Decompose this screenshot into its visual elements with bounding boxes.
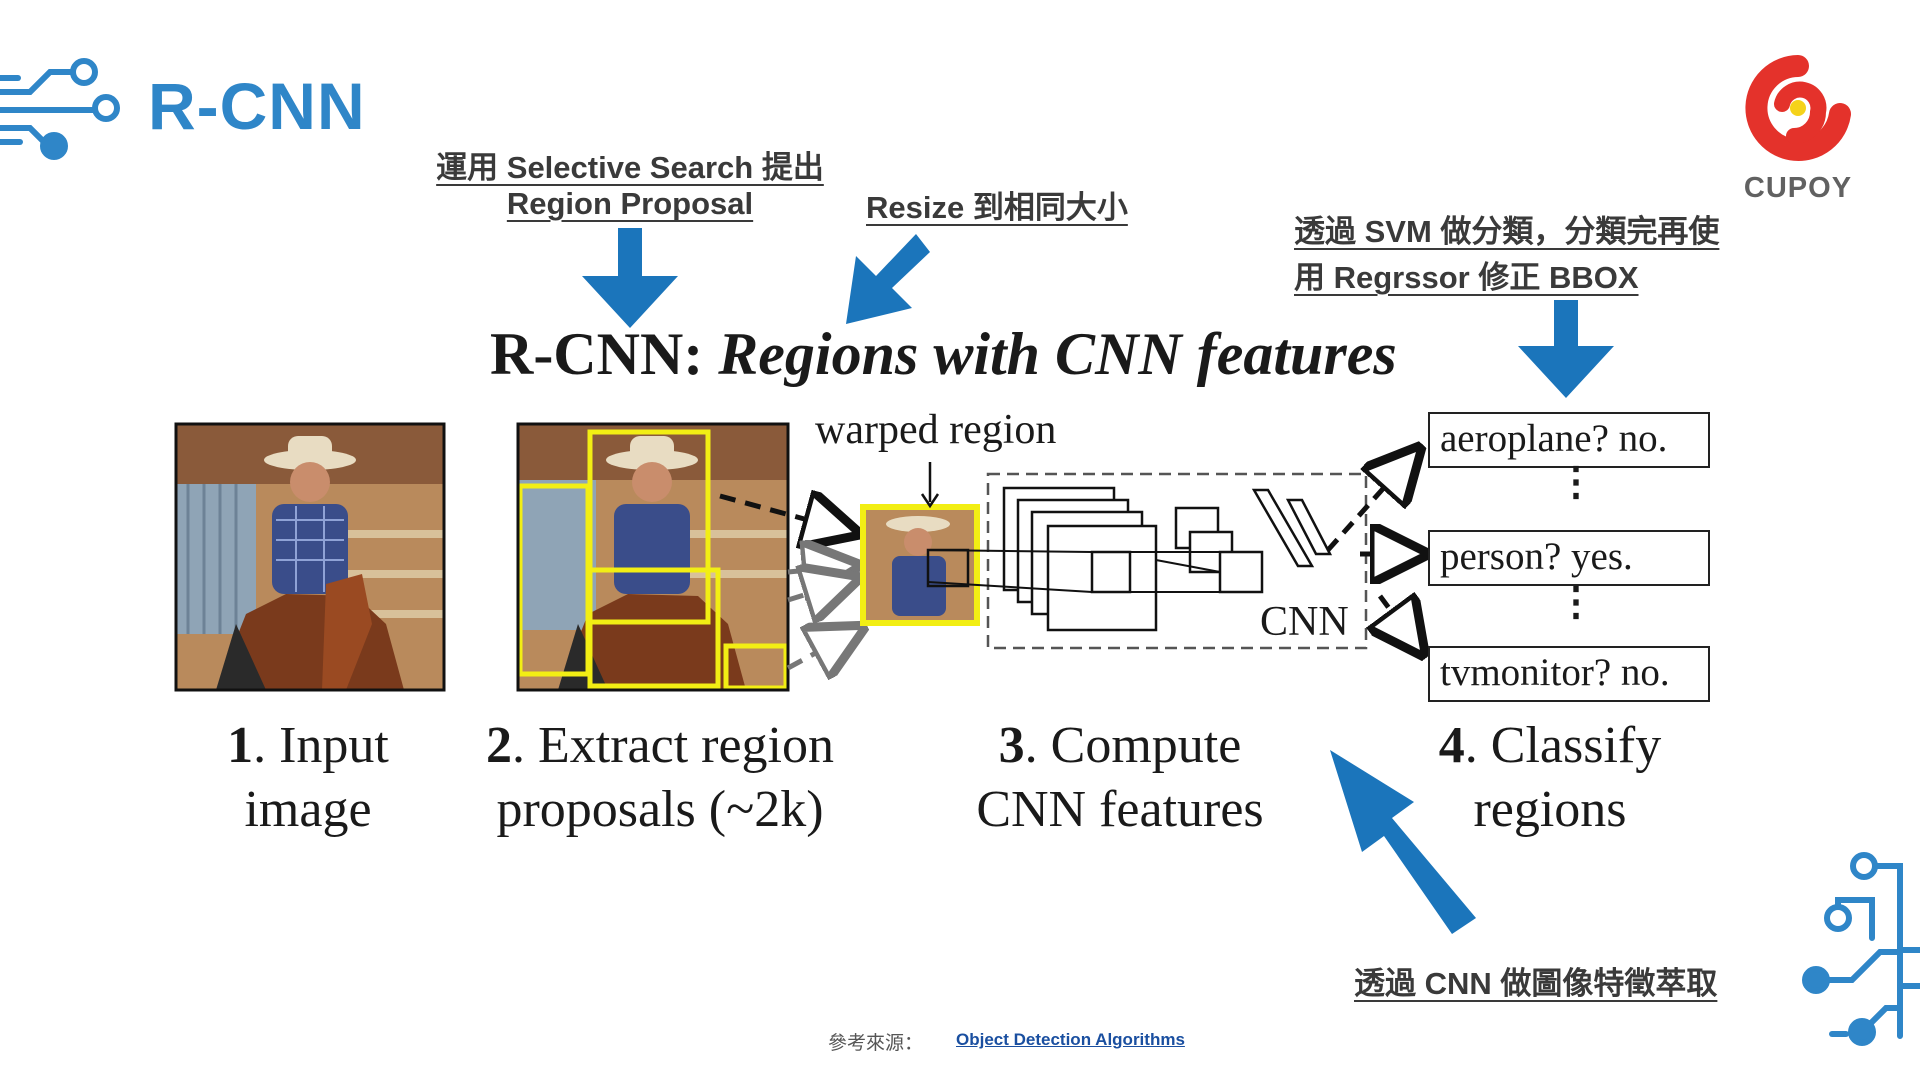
step-line1: . Extract region [512, 717, 834, 774]
step-number: 3 [998, 717, 1025, 774]
step-1-caption: 1. Input image [178, 714, 438, 842]
note-resize: Resize 到相同大小 [866, 190, 1128, 225]
ellipsis-vertical-icon: ⋮ [1556, 459, 1596, 504]
step-line2: image [244, 781, 372, 838]
note-svm-line2: 用 Regrssor 修正 BBOX [1294, 260, 1639, 295]
step-line2: CNN features [976, 781, 1264, 838]
input-image [174, 422, 446, 692]
step-line2: proposals (~2k) [496, 781, 824, 838]
classification-box-tvmonitor: tvmonitor? no. [1428, 646, 1710, 702]
cupoy-logo-icon [1745, 55, 1851, 161]
figure-title-italic: Regions with CNN features [718, 321, 1397, 387]
step-3-caption: 3. Compute CNN features [930, 714, 1310, 842]
note-selective-search-line2: Region Proposal [506, 186, 754, 221]
step-number: 4 [1438, 717, 1465, 774]
step-line2: regions [1473, 781, 1627, 838]
classification-box-person: person? yes. [1428, 530, 1710, 586]
proposal-flow-arrows [719, 480, 880, 680]
slide-title: R-CNN [148, 69, 366, 143]
step-number: 1 [227, 717, 254, 774]
ellipsis-vertical-icon: ⋮ [1556, 579, 1596, 624]
warped-region-label: warped region [815, 407, 1057, 453]
figure-title: R-CNN: Regions with CNN features [490, 320, 1397, 389]
step-number: 2 [486, 717, 512, 774]
note-cnn-extract: 透過 CNN 做圖像特徵萃取 [1354, 966, 1718, 1001]
step-line1: . Compute [1024, 717, 1242, 774]
source-label: 參考來源： [828, 1033, 924, 1054]
figure-title-prefix: R-CNN: [490, 321, 719, 387]
step-2-caption: 2. Extract region proposals (~2k) [460, 714, 860, 842]
arrow-down-selective-icon [582, 228, 678, 328]
source-link[interactable]: Object Detection Algorithms [956, 1030, 1185, 1050]
note-svm-line1: 透過 SVM 做分類，分類完再使 [1294, 214, 1720, 249]
network-icon [0, 58, 120, 160]
arrow-diagonal-resize-icon [846, 234, 930, 324]
step-4-caption: 4. Classify regions [1400, 714, 1700, 842]
step-line1: . Input [253, 717, 389, 774]
step-line1: . Classify [1464, 717, 1662, 774]
arrow-down-svm-icon [1518, 300, 1614, 398]
classify-flow-arrows [1326, 440, 1430, 670]
brand-name: CUPOY [1743, 172, 1853, 204]
network-icon [1802, 852, 1920, 1046]
note-selective-search-line1: 運用 Selective Search 提出 [436, 150, 824, 185]
